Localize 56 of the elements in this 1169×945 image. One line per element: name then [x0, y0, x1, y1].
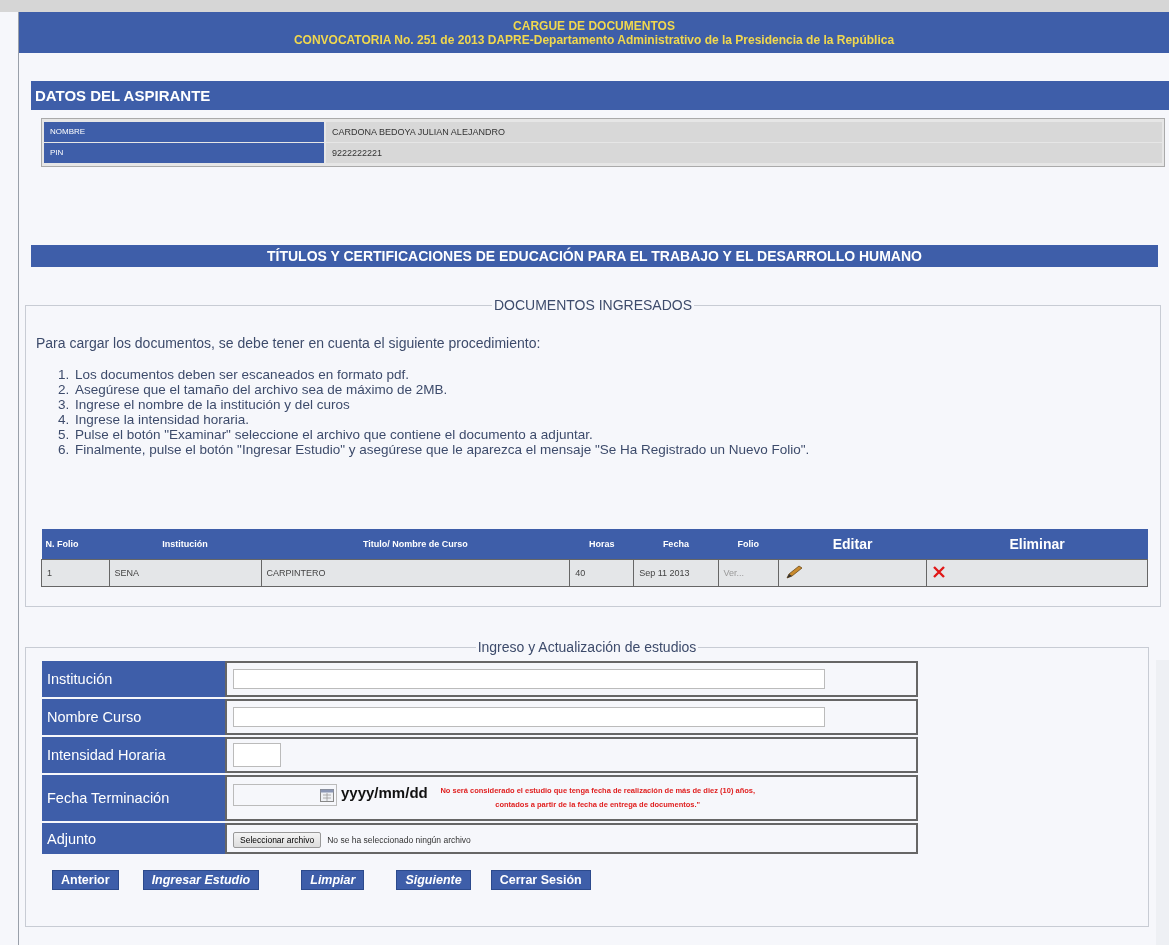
field-label: Nombre Curso — [42, 699, 225, 735]
step-number: 2. — [58, 382, 71, 397]
section-heading: TÍTULOS Y CERTIFICACIONES DE EDUCACIÓN PARA EL TRABAJO Y EL DESARROLLO HUMANO — [31, 245, 1158, 267]
date-field[interactable] — [233, 784, 337, 806]
panel-legend: DOCUMENTOS INGRESADOS — [491, 297, 695, 313]
date-format-hint: yyyy/mm/dd — [341, 784, 428, 801]
input-field[interactable] — [233, 669, 825, 689]
step-text: Asegúrese que el tamaño del archivo sea de máximo de 2MB. — [75, 382, 448, 397]
table-cell: CARPINTERO — [261, 559, 570, 587]
table-cell: SENA — [109, 559, 261, 587]
file-button[interactable]: Seleccionar archivo — [233, 832, 322, 848]
column-header: Folio — [718, 529, 779, 560]
form-button[interactable]: Anterior — [52, 870, 119, 890]
field-value: CARDONA BEDOYA JULIAN ALEJANDRO — [326, 122, 1162, 142]
column-header: Institución — [109, 529, 261, 560]
step-text: Ingrese el nombre de la institución y del curos — [75, 397, 350, 412]
field-label: Adjunto — [42, 823, 225, 854]
step-number: 4. — [58, 412, 71, 427]
column-header: Eliminar — [926, 529, 1148, 560]
form-button[interactable]: Limpiar — [301, 870, 365, 890]
step-number: 5. — [58, 427, 71, 442]
form-button[interactable]: Cerrar Sesión — [490, 870, 591, 890]
step-text: Finalmente, pulse el botón "Ingresar Estudio" y asegúrese que le aparezca el mensaje "Se Ha Registrado un Nuevo Folio". — [75, 442, 810, 457]
column-header: Fecha — [633, 529, 719, 560]
step-text: Los documentos deben ser escaneados en formato pdf. — [75, 367, 409, 382]
step-text: Pulse el botón "Examinar" seleccione el archivo que contiene el documento a adjuntar. — [75, 427, 593, 442]
column-header: N. Folio — [41, 529, 110, 560]
form-button[interactable]: Siguiente — [396, 870, 471, 890]
column-header: Editar — [778, 529, 927, 560]
field-label: Institución — [42, 661, 225, 697]
page-subtitle: CONVOCATORIA No. 251 de 2013 DAPRE-Departamento Administrativo de la Presidencia de la República — [292, 33, 896, 47]
page-title: CARGUE DE DOCUMENTOS — [512, 19, 676, 33]
pencil-icon[interactable] — [783, 565, 804, 579]
step-text: Ingrese la intensidad horaria. — [75, 412, 250, 427]
field-label: Intensidad Horaria — [42, 737, 225, 773]
file-status: No se ha seleccionado ningún archivo — [327, 835, 471, 845]
delete-icon[interactable] — [932, 565, 947, 579]
table-cell: 40 — [569, 559, 634, 587]
table-cell: 1 — [41, 559, 110, 587]
column-header: Titulo/ Nombre de Curso — [261, 529, 570, 560]
section-heading: DATOS DEL ASPIRANTE — [31, 81, 1169, 110]
step-number: 6. — [58, 442, 71, 457]
field-label: PIN — [44, 143, 324, 163]
field-label: Fecha Terminación — [42, 775, 225, 821]
column-header: Horas — [569, 529, 634, 560]
input-field[interactable] — [233, 707, 825, 727]
step-number: 1. — [58, 367, 71, 382]
step-number: 3. — [58, 397, 71, 412]
instructions-text: Para cargar los documentos, se debe tener en cuenta el siguiente procedimiento: — [36, 335, 542, 351]
calendar-icon[interactable] — [320, 788, 334, 802]
form-button[interactable]: Ingresar Estudio — [142, 870, 260, 890]
field-label: NOMBRE — [44, 122, 324, 142]
input-field[interactable] — [233, 743, 281, 767]
table-cell: Sep 11 2013 — [633, 559, 719, 587]
panel-legend: Ingreso y Actualización de estudios — [475, 639, 699, 655]
field-value: 9222222221 — [326, 143, 1162, 163]
